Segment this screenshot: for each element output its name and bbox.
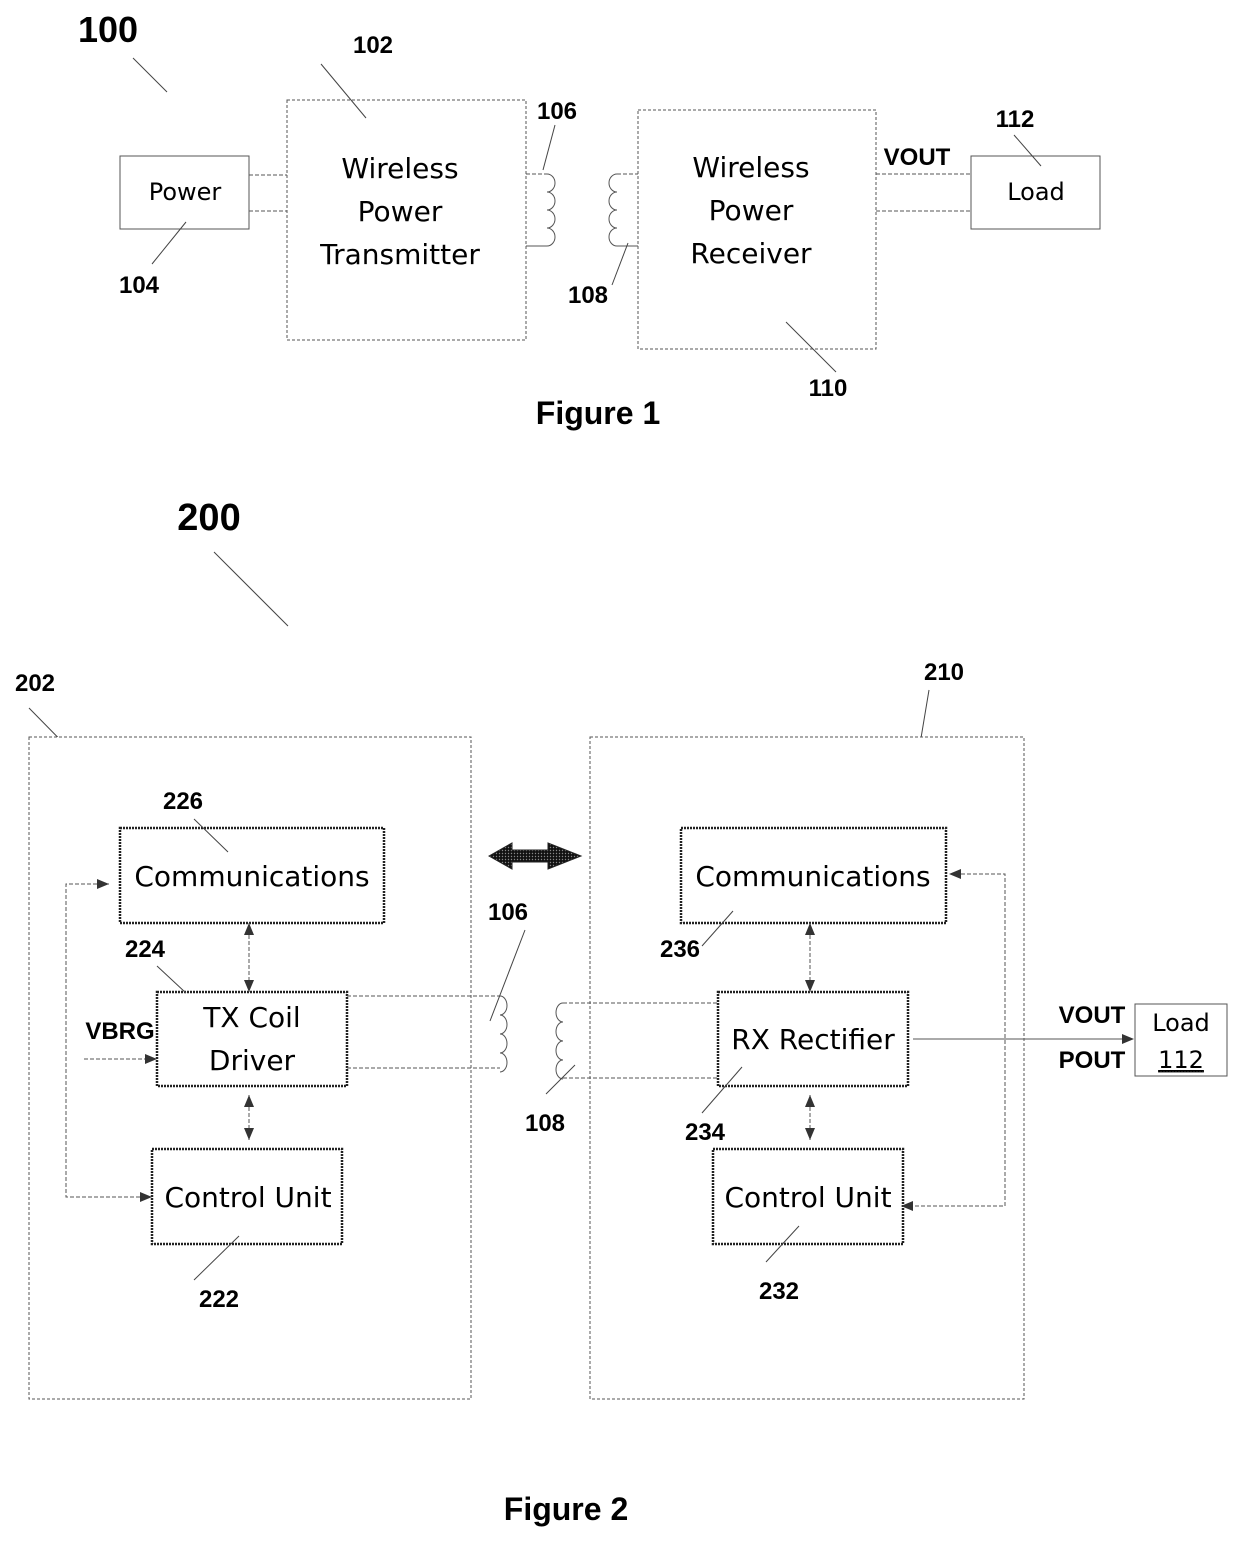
arrow-right-icon	[1122, 1034, 1134, 1044]
system-ref-100: 100	[78, 9, 138, 50]
power-label: Power	[149, 178, 222, 206]
rx-control-unit-label: Control Unit	[724, 1181, 891, 1214]
tx-coil-winding	[499, 995, 508, 1073]
vbrg-label: VBRG	[85, 1018, 154, 1045]
ref-226: 226	[163, 788, 203, 815]
leader-200	[213, 551, 289, 627]
leader-106-fig2	[489, 929, 526, 1022]
ref-102: 102	[353, 32, 393, 59]
rx-communications-label: Communications	[695, 860, 930, 893]
ref-106-fig2: 106	[488, 899, 528, 926]
rx-coil-108: 108	[568, 173, 638, 309]
vout-label-fig2: VOUT	[1059, 1002, 1126, 1029]
ref-108: 108	[568, 282, 608, 309]
leader-108-fig2	[545, 1064, 576, 1095]
transmitter-label-line2: Power	[358, 195, 443, 228]
transmitter-label-line1: Wireless	[341, 152, 458, 185]
tx-coil-driver-label-line1: TX Coil	[202, 1001, 300, 1034]
load-label: Load	[1007, 178, 1065, 206]
load-label-fig2: Load	[1152, 1009, 1210, 1037]
power-source-block: Power 104	[119, 155, 250, 299]
ref-110: 110	[809, 375, 848, 402]
pout-label: POUT	[1059, 1047, 1126, 1074]
ref-222: 222	[199, 1286, 239, 1313]
figure-2: 200 202 210 Communications 226 TX Coil D…	[15, 497, 1228, 1527]
transmitter-block: Wireless Power Transmitter 102	[286, 32, 527, 341]
figure-2-caption: Figure 2	[504, 1491, 628, 1527]
ref-202: 202	[15, 670, 55, 697]
transmitter-label-line3: Transmitter	[319, 238, 480, 271]
ref-112: 112	[996, 106, 1035, 133]
ref-108-fig2: 108	[525, 1110, 565, 1137]
vout-label-fig1: VOUT	[884, 144, 951, 171]
wireless-comm-double-arrow-icon	[487, 842, 583, 870]
figure-1: 100 Power 104 Wireless Power Transmitter…	[78, 9, 1101, 431]
leader-106	[542, 124, 556, 171]
rx-coil-winding	[608, 173, 618, 247]
receiver-block: Wireless Power Receiver 110	[637, 109, 877, 402]
ref-232: 232	[759, 1278, 799, 1305]
tx-coil-winding	[546, 173, 556, 247]
system-ref-200: 200	[177, 497, 240, 539]
figure-1-caption: Figure 1	[536, 395, 660, 431]
receiver-label-line3: Receiver	[690, 237, 812, 270]
ref-236: 236	[660, 936, 700, 963]
patent-drawing: 100 Power 104 Wireless Power Transmitter…	[15, 9, 1228, 1527]
tx-coil-driver-label-line2: Driver	[209, 1044, 296, 1077]
load-block-fig1: Load 112	[970, 106, 1101, 230]
ref-104: 104	[119, 272, 160, 299]
ref-210: 210	[924, 659, 964, 686]
leader-108	[611, 242, 629, 286]
ref-106: 106	[537, 98, 577, 125]
receiver-label-line1: Wireless	[692, 151, 809, 184]
ref-224: 224	[125, 936, 166, 963]
tx-control-unit-label: Control Unit	[164, 1181, 331, 1214]
load-ref-fig2: 112	[1158, 1046, 1204, 1074]
rx-coil-winding	[555, 1002, 564, 1080]
rx-rectifier-label: RX Rectifier	[731, 1023, 895, 1056]
receiver-label-line2: Power	[709, 194, 794, 227]
leader-100	[132, 57, 168, 93]
ref-234: 234	[685, 1119, 726, 1146]
tx-coil-106: 106	[526, 98, 577, 247]
load-block-fig2: Load 112	[1134, 1003, 1228, 1077]
receiver-box	[637, 109, 877, 350]
tx-communications-label: Communications	[134, 860, 369, 893]
